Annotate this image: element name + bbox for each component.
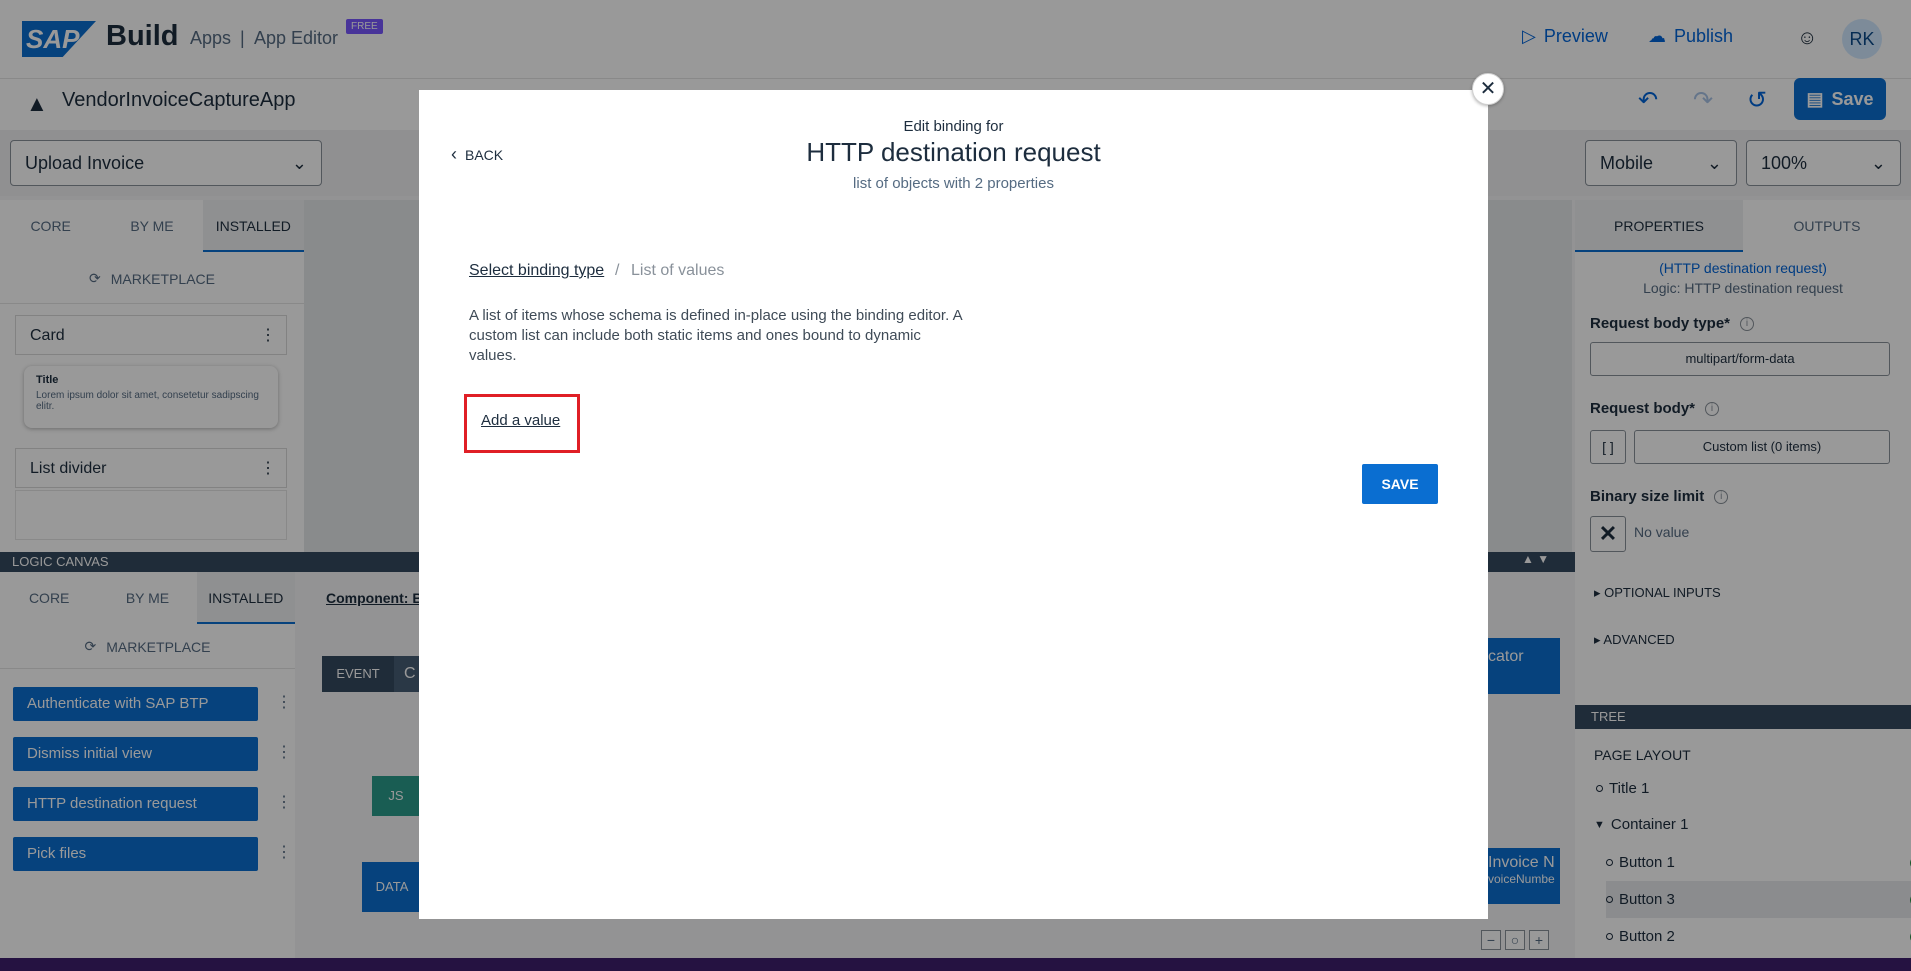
- dialog-title: HTTP destination request: [806, 137, 1101, 167]
- close-icon[interactable]: ✕: [1472, 73, 1504, 105]
- edit-binding-dialog: [419, 90, 1488, 919]
- binding-description: A list of items whose schema is defined …: [469, 307, 962, 364]
- dialog-save-button[interactable]: SAVE: [1362, 464, 1438, 504]
- select-binding-type-link[interactable]: Select binding type: [469, 262, 604, 280]
- dialog-subtitle: list of objects with 2 properties: [853, 175, 1054, 192]
- breadcrumb-current: List of values: [631, 262, 725, 279]
- dialog-caption: Edit binding for: [903, 118, 1004, 135]
- add-value-link[interactable]: Add a value: [481, 412, 560, 429]
- breadcrumb-separator: /: [615, 262, 620, 279]
